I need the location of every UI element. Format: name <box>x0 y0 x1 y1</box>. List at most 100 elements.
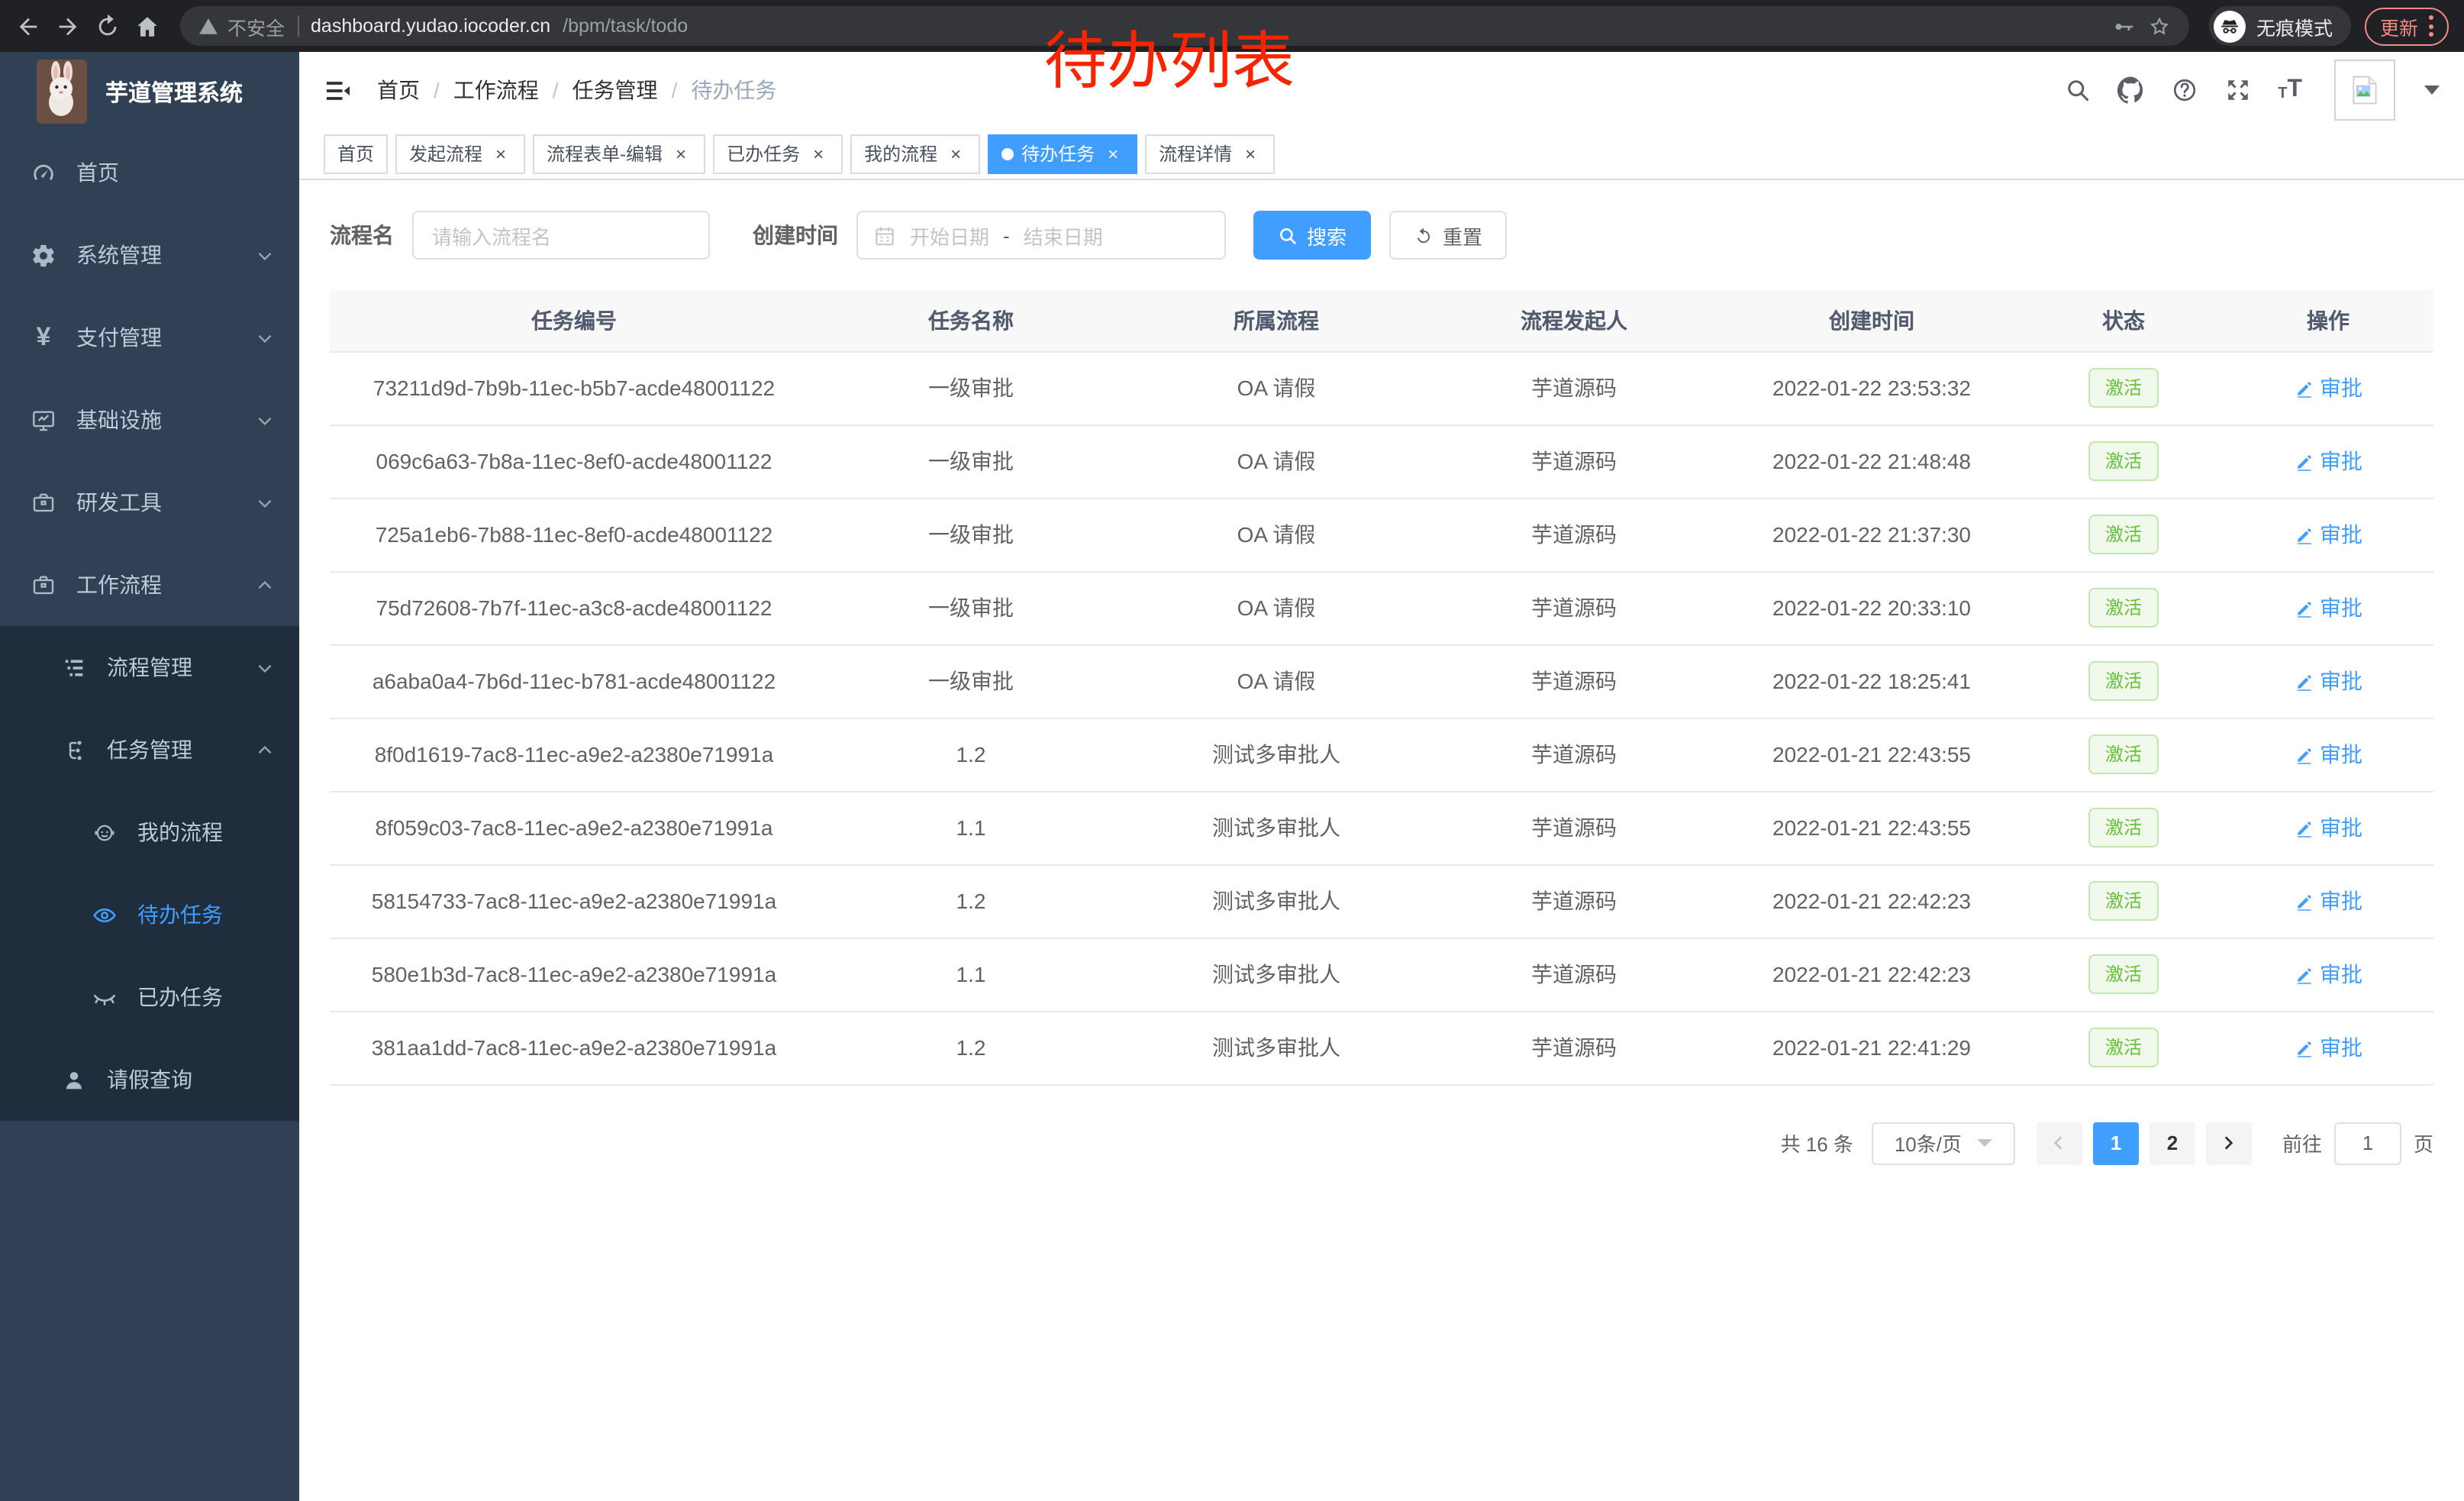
tab-process-form-edit[interactable]: 流程表单-编辑× <box>533 134 705 173</box>
page-button-2[interactable]: 2 <box>2150 1122 2195 1164</box>
approve-link[interactable]: 审批 <box>2294 666 2362 696</box>
initiator-cell: 芋道源码 <box>1429 864 1719 938</box>
tab-bar: 首页 发起流程× 流程表单-编辑× 已办任务× 我的流程× 待办任务× 流程详情… <box>299 128 2464 180</box>
table-row[interactable]: 069c6a63-7b8a-11ec-8ef0-acde48001122 一级审… <box>330 424 2433 498</box>
close-icon[interactable]: × <box>490 143 511 164</box>
reload-icon[interactable] <box>95 13 121 39</box>
sidebar-item-leave-query[interactable]: 请假查询 <box>0 1038 299 1121</box>
eye-icon <box>92 902 118 928</box>
sidebar-item-workflow[interactable]: 工作流程 <box>0 544 299 626</box>
prev-page-button[interactable] <box>2037 1122 2082 1164</box>
approve-link[interactable]: 审批 <box>2294 739 2362 770</box>
process-cell: OA 请假 <box>1124 498 1429 571</box>
tab-launch-process[interactable]: 发起流程× <box>395 134 525 173</box>
reset-button[interactable]: 重置 <box>1389 211 1507 260</box>
approve-link[interactable]: 审批 <box>2294 446 2362 476</box>
tab-home[interactable]: 首页 <box>324 134 388 173</box>
sidebar-item-system[interactable]: 系统管理 <box>0 214 299 296</box>
approve-link[interactable]: 审批 <box>2294 519 2362 550</box>
edit-pencil-icon <box>2294 451 2314 471</box>
sidebar-item-task-management[interactable]: 任务管理 <box>0 709 299 791</box>
process-cell: 测试多审批人 <box>1124 938 1429 1011</box>
breadcrumb-home[interactable]: 首页 <box>377 75 420 105</box>
tab-my-processes[interactable]: 我的流程× <box>850 134 980 173</box>
approve-link[interactable]: 审批 <box>2294 959 2362 989</box>
search-button[interactable]: 搜索 <box>1253 211 1371 260</box>
sidebar-item-my-processes[interactable]: 我的流程 <box>0 791 299 873</box>
app-logo <box>37 60 87 124</box>
process-name-input[interactable]: 请输入流程名 <box>412 211 710 260</box>
sidebar-toggle-icon[interactable] <box>324 76 353 105</box>
sidebar-item-process-management[interactable]: 流程管理 <box>0 626 299 709</box>
status-cell: 激活 <box>2024 571 2223 644</box>
home-icon[interactable] <box>134 13 160 39</box>
breadcrumb-workflow[interactable]: 工作流程 <box>453 75 539 105</box>
tab-process-detail[interactable]: 流程详情× <box>1145 134 1275 173</box>
initiator-cell: 芋道源码 <box>1429 938 1719 1011</box>
chevron-up-icon <box>255 575 275 595</box>
bookmark-star-icon[interactable] <box>2148 15 2171 37</box>
approve-link[interactable]: 审批 <box>2294 373 2362 403</box>
sidebar-item-todo-tasks[interactable]: 待办任务 <box>0 873 299 956</box>
approve-link[interactable]: 审批 <box>2294 592 2362 623</box>
page-button-1[interactable]: 1 <box>2093 1122 2139 1164</box>
sidebar-item-label: 基础设施 <box>76 405 162 435</box>
forward-icon[interactable] <box>55 13 81 39</box>
tab-todo-tasks[interactable]: 待办任务× <box>988 134 1137 173</box>
status-badge: 激活 <box>2088 954 2159 995</box>
action-cell: 审批 <box>2223 498 2433 571</box>
security-chip[interactable]: 不安全 <box>198 11 285 40</box>
chrome-update-menu[interactable]: 更新 <box>2365 7 2449 45</box>
approve-link[interactable]: 审批 <box>2294 1032 2362 1063</box>
breadcrumb-task-management[interactable]: 任务管理 <box>572 75 658 105</box>
face-icon <box>92 819 118 845</box>
created-time-cell: 2022-01-22 21:48:48 <box>1719 424 2024 498</box>
table-row[interactable]: 580e1b3d-7ac8-11ec-a9e2-a2380e71991a 1.1… <box>330 938 2433 1011</box>
approve-link[interactable]: 审批 <box>2294 886 2362 916</box>
close-icon[interactable]: × <box>1240 143 1261 164</box>
close-icon[interactable]: × <box>1102 143 1124 164</box>
edit-pencil-icon <box>2294 671 2314 691</box>
status-badge: 激活 <box>2088 588 2159 628</box>
help-icon[interactable] <box>2171 76 2198 104</box>
created-time-cell: 2022-01-21 22:41:29 <box>1719 1011 2024 1084</box>
approve-link[interactable]: 审批 <box>2294 812 2362 843</box>
edit-pencil-icon <box>2294 1038 2314 1057</box>
created-time-cell: 2022-01-22 18:25:41 <box>1719 644 2024 718</box>
sidebar-item-payment[interactable]: ¥ 支付管理 <box>0 296 299 379</box>
page-unit-label: 页 <box>2414 1128 2433 1157</box>
font-size-icon[interactable]: TT <box>2278 78 2302 102</box>
table-row[interactable]: 381aa1dd-7ac8-11ec-a9e2-a2380e71991a 1.2… <box>330 1011 2433 1084</box>
sidebar-item-infrastructure[interactable]: 基础设施 <box>0 379 299 461</box>
sidebar-item-home[interactable]: 首页 <box>0 131 299 214</box>
search-icon[interactable] <box>2064 76 2091 104</box>
table-row[interactable]: 8f059c03-7ac8-11ec-a9e2-a2380e71991a 1.1… <box>330 791 2433 864</box>
close-icon[interactable]: × <box>670 143 692 164</box>
col-process: 所属流程 <box>1124 290 1429 351</box>
fullscreen-icon[interactable] <box>2224 76 2252 104</box>
table-row[interactable]: 58154733-7ac8-11ec-a9e2-a2380e71991a 1.2… <box>330 864 2433 938</box>
date-range-picker[interactable]: 开始日期 - 结束日期 <box>856 211 1226 260</box>
status-cell: 激活 <box>2024 791 2223 864</box>
next-page-button[interactable] <box>2206 1122 2252 1164</box>
sidebar-item-dev-tools[interactable]: 研发工具 <box>0 461 299 544</box>
status-cell: 激活 <box>2024 864 2223 938</box>
table-row[interactable]: 725a1eb6-7b88-11ec-8ef0-acde48001122 一级审… <box>330 498 2433 571</box>
avatar[interactable] <box>2334 60 2395 121</box>
goto-page-input[interactable]: 1 <box>2334 1122 2401 1164</box>
close-icon[interactable]: × <box>945 143 966 164</box>
close-icon[interactable]: × <box>808 143 829 164</box>
table-row[interactable]: a6aba0a4-7b6d-11ec-b781-acde48001122 一级审… <box>330 644 2433 718</box>
table-row[interactable]: 75d72608-7b7f-11ec-a3c8-acde48001122 一级审… <box>330 571 2433 644</box>
back-icon[interactable] <box>15 13 41 39</box>
password-key-icon[interactable] <box>2113 15 2136 37</box>
tab-done-tasks[interactable]: 已办任务× <box>713 134 843 173</box>
table-row[interactable]: 73211d9d-7b9b-11ec-b5b7-acde48001122 一级审… <box>330 351 2433 424</box>
app-logo-row[interactable]: 芋道管理系统 <box>0 52 299 131</box>
page-size-select[interactable]: 10条/页 <box>1872 1122 2015 1164</box>
sidebar-item-done-tasks[interactable]: 已办任务 <box>0 956 299 1038</box>
github-icon[interactable] <box>2117 76 2145 104</box>
table-row[interactable]: 8f0d1619-7ac8-11ec-a9e2-a2380e71991a 1.2… <box>330 718 2433 791</box>
created-time-cell: 2022-01-21 22:42:23 <box>1719 938 2024 1011</box>
chevron-down-icon[interactable] <box>2424 86 2440 95</box>
